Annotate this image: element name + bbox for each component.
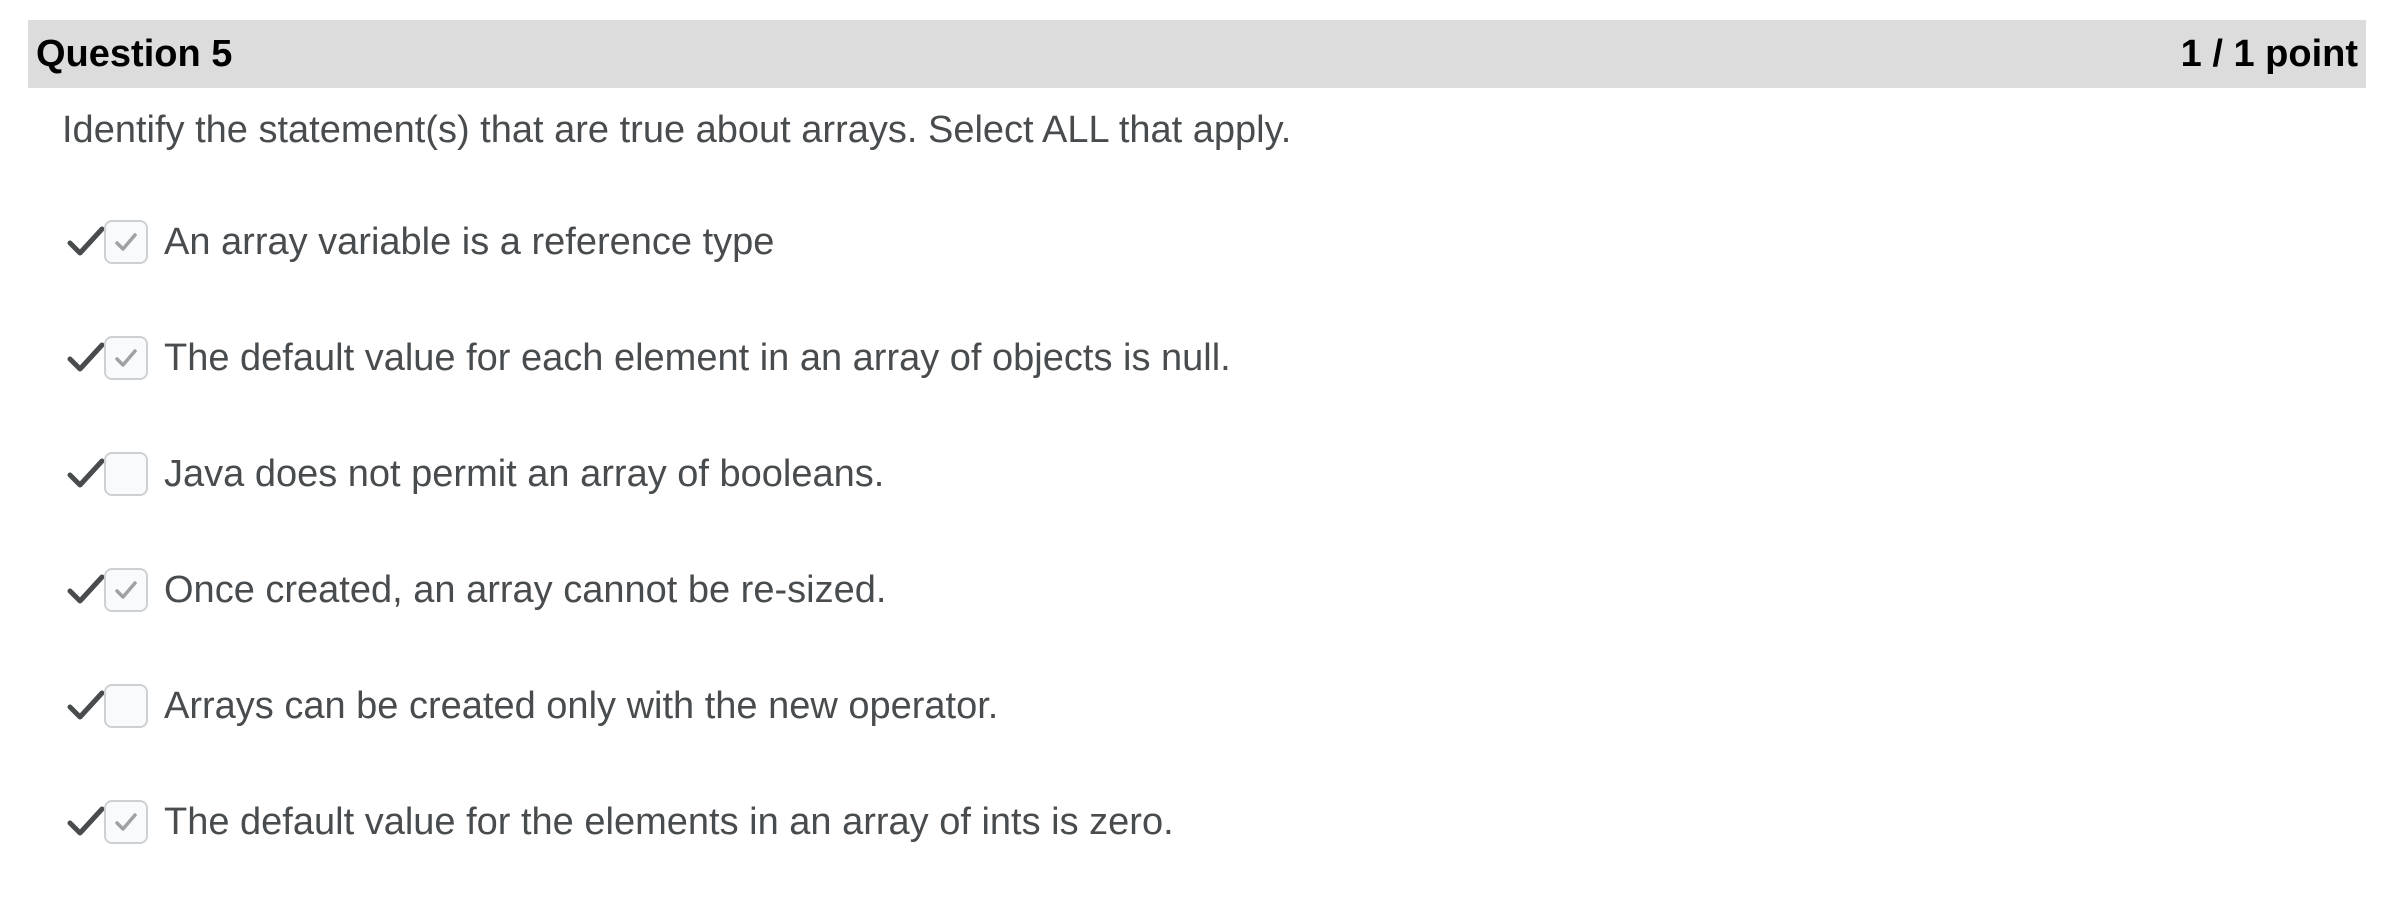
checkbox-checkmark-icon [115, 813, 137, 831]
correct-checkmark-icon [66, 801, 106, 841]
answer-option-label[interactable]: Arrays can be created only with the new … [164, 680, 998, 732]
answer-option: The default value for each element in an… [62, 322, 1662, 438]
checkbox-checkmark-icon [115, 581, 137, 599]
answer-option: An array variable is a reference type [62, 206, 1662, 322]
answer-option: The default value for the elements in an… [62, 786, 1662, 902]
answer-options: An array variable is a reference type The… [62, 206, 1662, 902]
answer-checkbox[interactable] [104, 452, 148, 496]
answer-option-label[interactable]: The default value for each element in an… [164, 332, 1231, 384]
correct-checkmark-icon [66, 453, 106, 493]
answer-checkbox[interactable] [104, 684, 148, 728]
checkbox-checkmark-icon [115, 349, 137, 367]
answer-option-label[interactable]: An array variable is a reference type [164, 216, 774, 268]
answer-option: Java does not permit an array of boolean… [62, 438, 1662, 554]
answer-option-label[interactable]: The default value for the elements in an… [164, 796, 1174, 848]
question-title: Question 5 [36, 33, 233, 75]
question-prompt: Identify the statement(s) that are true … [62, 109, 1292, 151]
correct-checkmark-icon [66, 569, 106, 609]
answer-checkbox[interactable] [104, 336, 148, 380]
answer-option-label[interactable]: Once created, an array cannot be re-size… [164, 564, 886, 616]
answer-option: Arrays can be created only with the new … [62, 670, 1662, 786]
answer-checkbox[interactable] [104, 800, 148, 844]
answer-option: Once created, an array cannot be re-size… [62, 554, 1662, 670]
question-header: Question 5 1 / 1 point [28, 20, 2366, 88]
answer-checkbox[interactable] [104, 220, 148, 264]
correct-checkmark-icon [66, 685, 106, 725]
answer-option-label[interactable]: Java does not permit an array of boolean… [164, 448, 884, 500]
answer-checkbox[interactable] [104, 568, 148, 612]
correct-checkmark-icon [66, 221, 106, 261]
correct-checkmark-icon [66, 337, 106, 377]
question-score: 1 / 1 point [2180, 33, 2358, 75]
checkbox-checkmark-icon [115, 233, 137, 251]
